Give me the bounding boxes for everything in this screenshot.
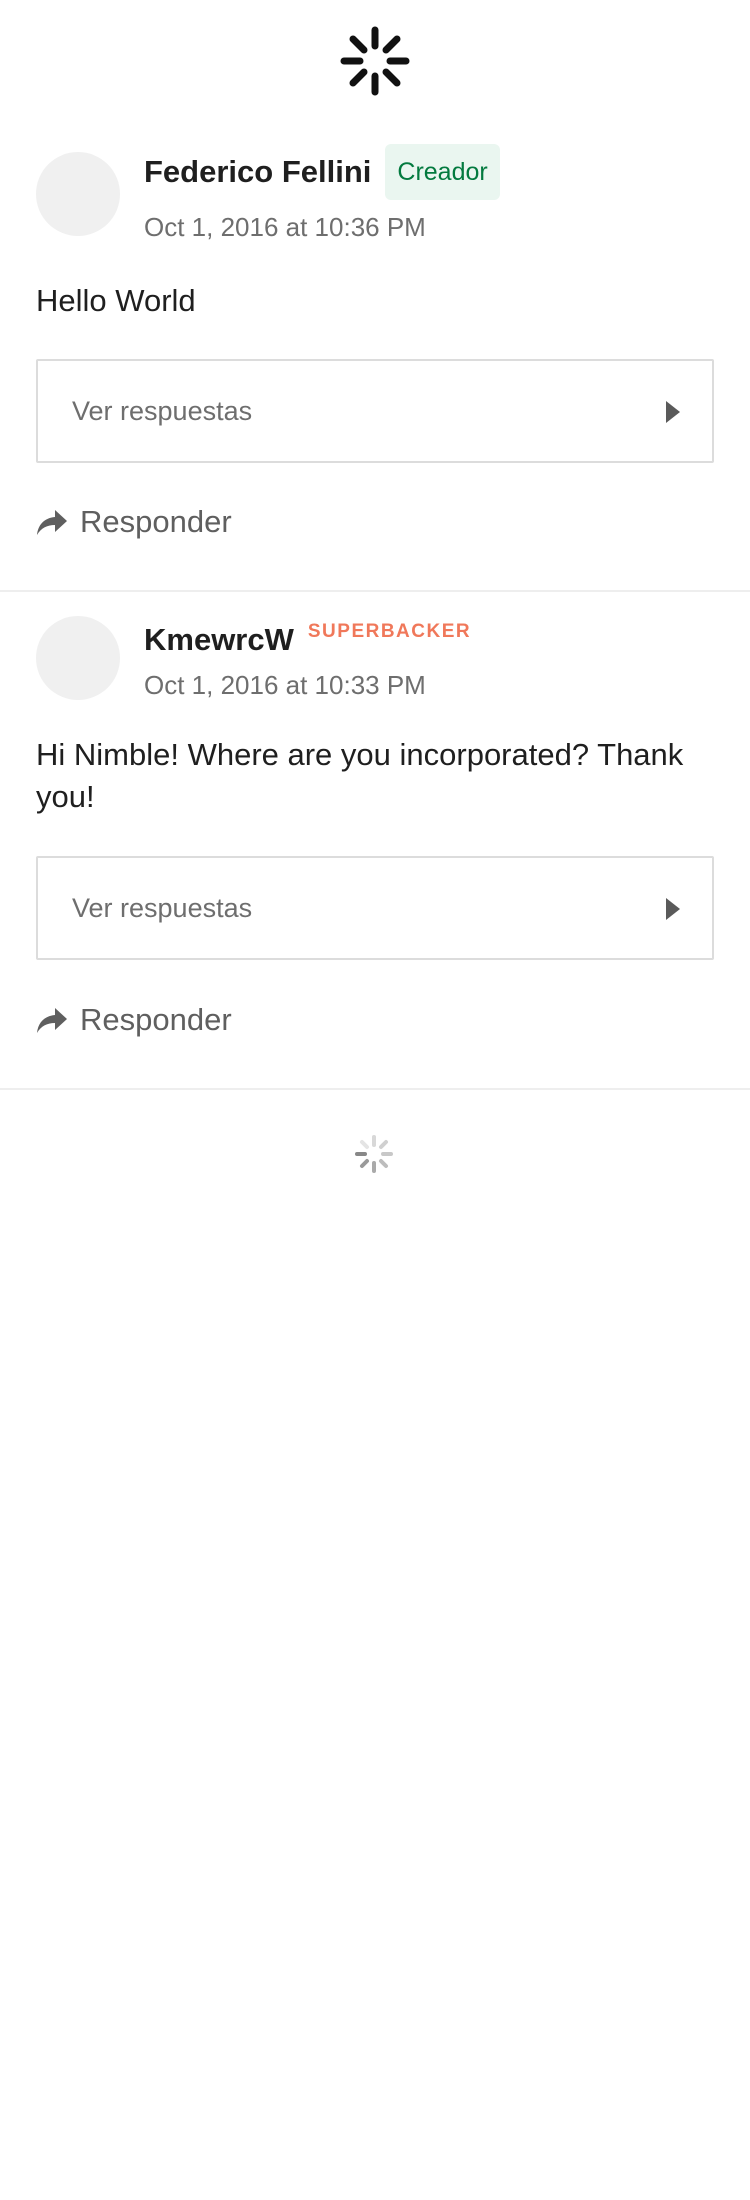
comment-body: Hi Nimble! Where are you incorporated? T… <box>36 737 684 814</box>
chevron-right-icon <box>666 401 680 423</box>
view-replies-button[interactable]: Ver respuestas <box>36 856 714 960</box>
chevron-right-icon <box>666 898 680 920</box>
creator-badge: Creador <box>385 144 500 200</box>
view-replies-button[interactable]: Ver respuestas <box>36 359 714 463</box>
view-replies-label: Ver respuestas <box>72 893 253 923</box>
superbacker-badge: SUPERBACKER <box>307 621 472 642</box>
author-name[interactable]: KmewrcW <box>144 616 294 664</box>
comment-body: Hello World <box>36 283 196 318</box>
author-name[interactable]: Federico Fellini <box>144 148 371 196</box>
avatar[interactable] <box>36 616 120 700</box>
comment-timestamp: Oct 1, 2016 at 10:33 PM <box>144 670 426 700</box>
reply-arrow-icon <box>37 510 67 535</box>
reply-button[interactable]: Responder <box>36 996 232 1044</box>
comment-author-row: Federico Fellini Creador <box>144 144 500 200</box>
view-replies-label: Ver respuestas <box>72 396 253 426</box>
loading-spinner-icon <box>340 26 410 96</box>
reply-button[interactable]: Responder <box>36 498 232 546</box>
reply-arrow-icon <box>37 1008 67 1033</box>
comment-item: Federico Fellini Creador Oct 1, 2016 at … <box>0 140 750 592</box>
avatar[interactable] <box>36 152 120 236</box>
loading-spinner-icon <box>355 1135 393 1173</box>
reply-label: Responder <box>80 504 232 539</box>
comment-author-row: KmewrcW SUPERBACKER <box>144 616 471 664</box>
comment-timestamp: Oct 1, 2016 at 10:36 PM <box>144 212 426 242</box>
reply-label: Responder <box>80 1002 232 1037</box>
comments-page: Federico Fellini Creador Oct 1, 2016 at … <box>0 0 750 2200</box>
comment-item: KmewrcW SUPERBACKER Oct 1, 2016 at 10:33… <box>0 592 750 1090</box>
